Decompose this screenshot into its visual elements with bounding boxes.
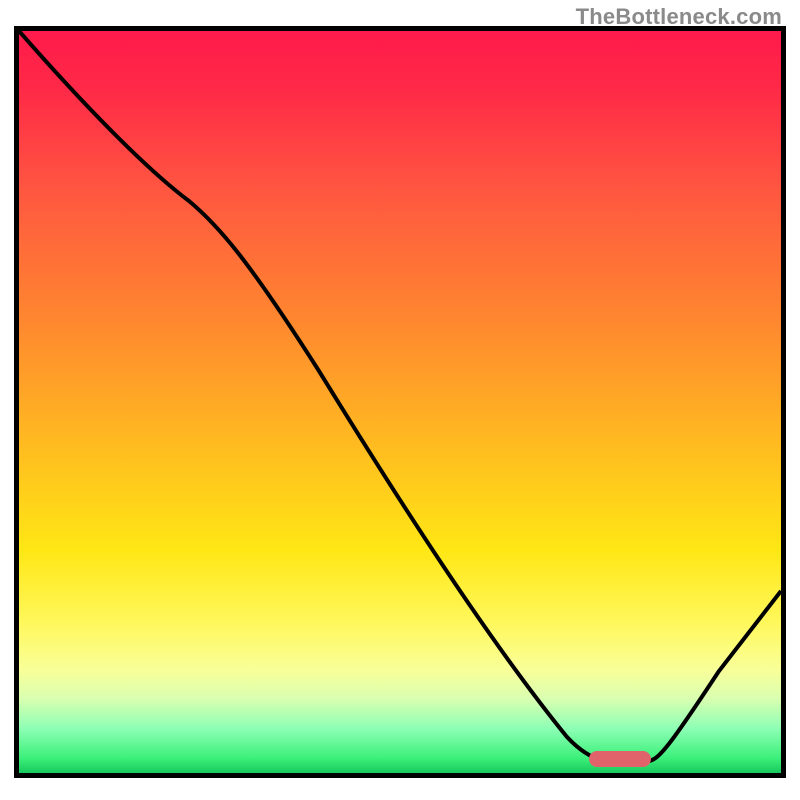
- curve-path: [19, 31, 781, 764]
- plot-area: [14, 26, 786, 778]
- bottleneck-curve: [19, 31, 781, 773]
- optimum-marker: [589, 751, 651, 767]
